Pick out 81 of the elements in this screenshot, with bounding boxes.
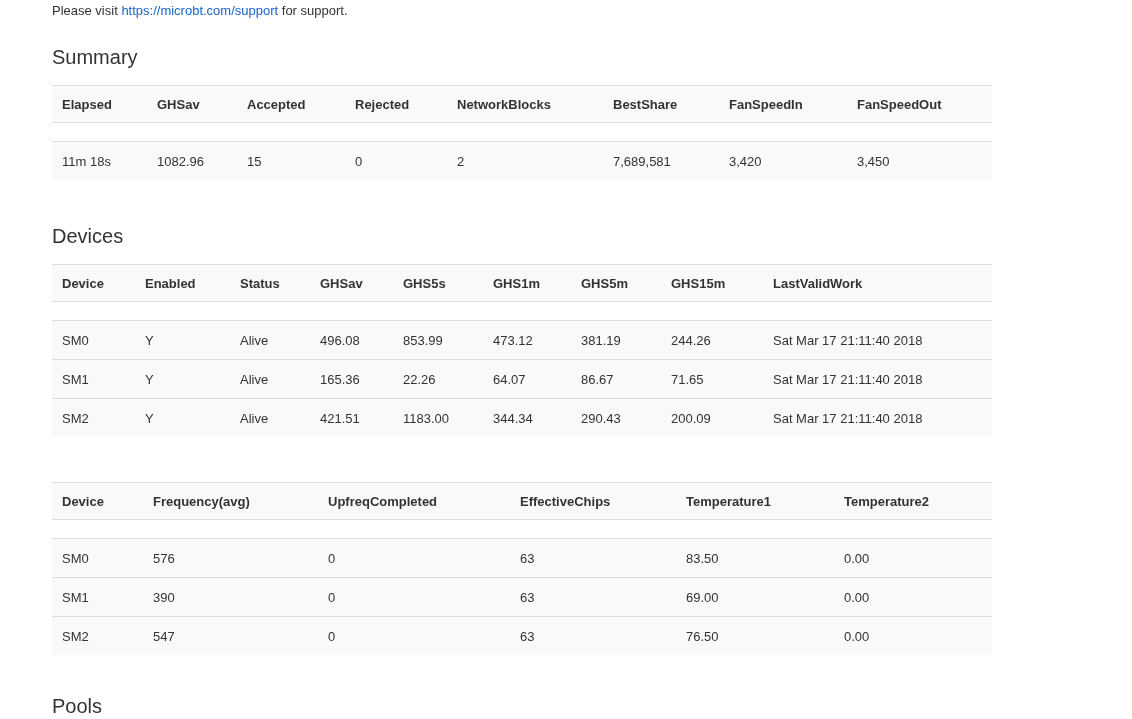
column-header: Accepted	[237, 85, 345, 123]
column-header: Device	[52, 482, 143, 520]
table-cell: 244.26	[661, 320, 763, 360]
table-cell: Sat Mar 17 21:11:40 2018	[763, 398, 992, 437]
section-heading: Summary	[52, 45, 139, 69]
column-header: GHS5m	[571, 264, 661, 302]
table-cell: 290.43	[571, 398, 661, 437]
table-cell: 0	[345, 141, 447, 180]
table-cell: 200.09	[661, 398, 763, 437]
table-cell: 3,450	[847, 141, 992, 180]
table-cell: Y	[135, 398, 230, 437]
column-header: Rejected	[345, 85, 447, 123]
section-heading: Devices	[52, 224, 125, 248]
table-cell: 71.65	[661, 359, 763, 399]
table-cell: 1183.00	[393, 398, 483, 437]
section-heading: Pools	[52, 695, 104, 717]
table-cell: 0	[318, 616, 510, 655]
column-header: Frequency(avg)	[143, 482, 318, 520]
column-header: Enabled	[135, 264, 230, 302]
table-cell: 473.12	[483, 320, 571, 360]
table-cell: 0	[318, 538, 510, 578]
table-cell: 63	[510, 577, 676, 617]
column-header: NetworkBlocks	[447, 85, 603, 123]
table-cell: 11m 18s	[52, 141, 147, 180]
table-cell: 63	[510, 538, 676, 578]
table-cell: 64.07	[483, 359, 571, 399]
column-header: GHS1m	[483, 264, 571, 302]
table-cell: 7,689,581	[603, 141, 719, 180]
table-cell: 1082.96	[147, 141, 237, 180]
column-header: BestShare	[603, 85, 719, 123]
table-cell: 15	[237, 141, 345, 180]
column-header: GHSav	[147, 85, 237, 123]
table-cell: 2	[447, 141, 603, 180]
table-cell: 0.00	[834, 616, 992, 655]
table-cell: Sat Mar 17 21:11:40 2018	[763, 359, 992, 399]
table-cell: 421.51	[310, 398, 393, 437]
table-cell: 76.50	[676, 616, 834, 655]
table-cell: 0	[318, 577, 510, 617]
table-cell: 22.26	[393, 359, 483, 399]
table-cell: Sat Mar 17 21:11:40 2018	[763, 320, 992, 360]
table-cell: 0.00	[834, 538, 992, 578]
table-cell: 547	[143, 616, 318, 655]
column-header: GHSav	[310, 264, 393, 302]
table-cell: 69.00	[676, 577, 834, 617]
table-cell: Y	[135, 320, 230, 360]
table-cell: 3,420	[719, 141, 847, 180]
table-cell: SM0	[52, 320, 135, 360]
table-cell: 0.00	[834, 577, 992, 617]
column-header: LastValidWork	[763, 264, 992, 302]
table-cell: 381.19	[571, 320, 661, 360]
table-cell: 86.67	[571, 359, 661, 399]
support-link[interactable]: https://microbt.com/support	[121, 3, 279, 18]
table-cell: 83.50	[676, 538, 834, 578]
table-cell: 165.36	[310, 359, 393, 399]
table-cell: SM1	[52, 359, 135, 399]
table-cell: Alive	[230, 398, 310, 437]
support-notice: Please visit https://microbt.com/support for support.	[52, 3, 349, 18]
table-cell: 576	[143, 538, 318, 578]
table-cell: SM0	[52, 538, 143, 578]
column-header: Temperature1	[676, 482, 834, 520]
column-header: Status	[230, 264, 310, 302]
column-header: EffectiveChips	[510, 482, 676, 520]
table-cell: 496.08	[310, 320, 393, 360]
column-header: UpfreqCompleted	[318, 482, 510, 520]
table-cell: Alive	[230, 359, 310, 399]
table-cell: 344.34	[483, 398, 571, 437]
column-header: Elapsed	[52, 85, 147, 123]
table-cell: SM2	[52, 398, 135, 437]
column-header: Device	[52, 264, 135, 302]
column-header: Temperature2	[834, 482, 992, 520]
column-header: FanSpeedOut	[847, 85, 992, 123]
table-cell: SM1	[52, 577, 143, 617]
column-header: GHS15m	[661, 264, 763, 302]
column-header: GHS5s	[393, 264, 483, 302]
table-cell: 390	[143, 577, 318, 617]
table-cell: 853.99	[393, 320, 483, 360]
table-cell: SM2	[52, 616, 143, 655]
table-cell: Y	[135, 359, 230, 399]
table-cell: Alive	[230, 320, 310, 360]
table-cell: 63	[510, 616, 676, 655]
column-header: FanSpeedIn	[719, 85, 847, 123]
